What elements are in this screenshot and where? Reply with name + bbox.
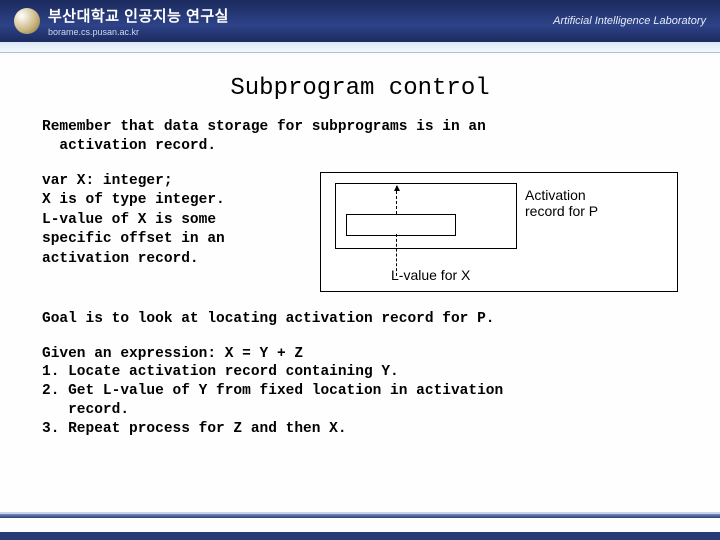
arrow-up-icon	[396, 186, 397, 214]
steps-text: Given an expression: X = Y + Z 1. Locate…	[42, 345, 678, 439]
content-area: Subprogram control Remember that data st…	[0, 53, 720, 439]
activation-record-diagram: Activation record for P L-value for X	[320, 172, 678, 292]
diagram-lvalue-label: L-value for X	[391, 267, 470, 283]
lab-name-en: Artificial Intelligence Laboratory	[553, 15, 706, 27]
slide: 부산대학교 인공지능 연구실 borame.cs.pusan.ac.kr Art…	[0, 0, 720, 540]
lab-name-block: 부산대학교 인공지능 연구실 borame.cs.pusan.ac.kr	[48, 5, 229, 37]
intro-text: Remember that data storage for subprogra…	[42, 118, 678, 156]
goal-text: Goal is to look at locating activation r…	[42, 310, 678, 329]
header-left: 부산대학교 인공지능 연구실 borame.cs.pusan.ac.kr	[14, 5, 229, 37]
lab-name-kr: 부산대학교 인공지능 연구실	[48, 8, 229, 25]
header-bar: 부산대학교 인공지능 연구실 borame.cs.pusan.ac.kr Art…	[0, 0, 720, 42]
code-and-diagram-row: var X: integer; X is of type integer. L-…	[42, 172, 678, 292]
lab-url: borame.cs.pusan.ac.kr	[48, 27, 229, 37]
university-logo-icon	[14, 8, 40, 34]
header-divider	[0, 42, 720, 53]
footer-rule	[0, 514, 720, 518]
diagram-ar-label: Activation record for P	[525, 187, 598, 221]
activation-record-rect	[335, 183, 517, 249]
lvalue-cell-rect	[346, 214, 456, 236]
code-block: var X: integer; X is of type integer. L-…	[42, 172, 302, 270]
slide-title: Subprogram control	[42, 75, 678, 102]
